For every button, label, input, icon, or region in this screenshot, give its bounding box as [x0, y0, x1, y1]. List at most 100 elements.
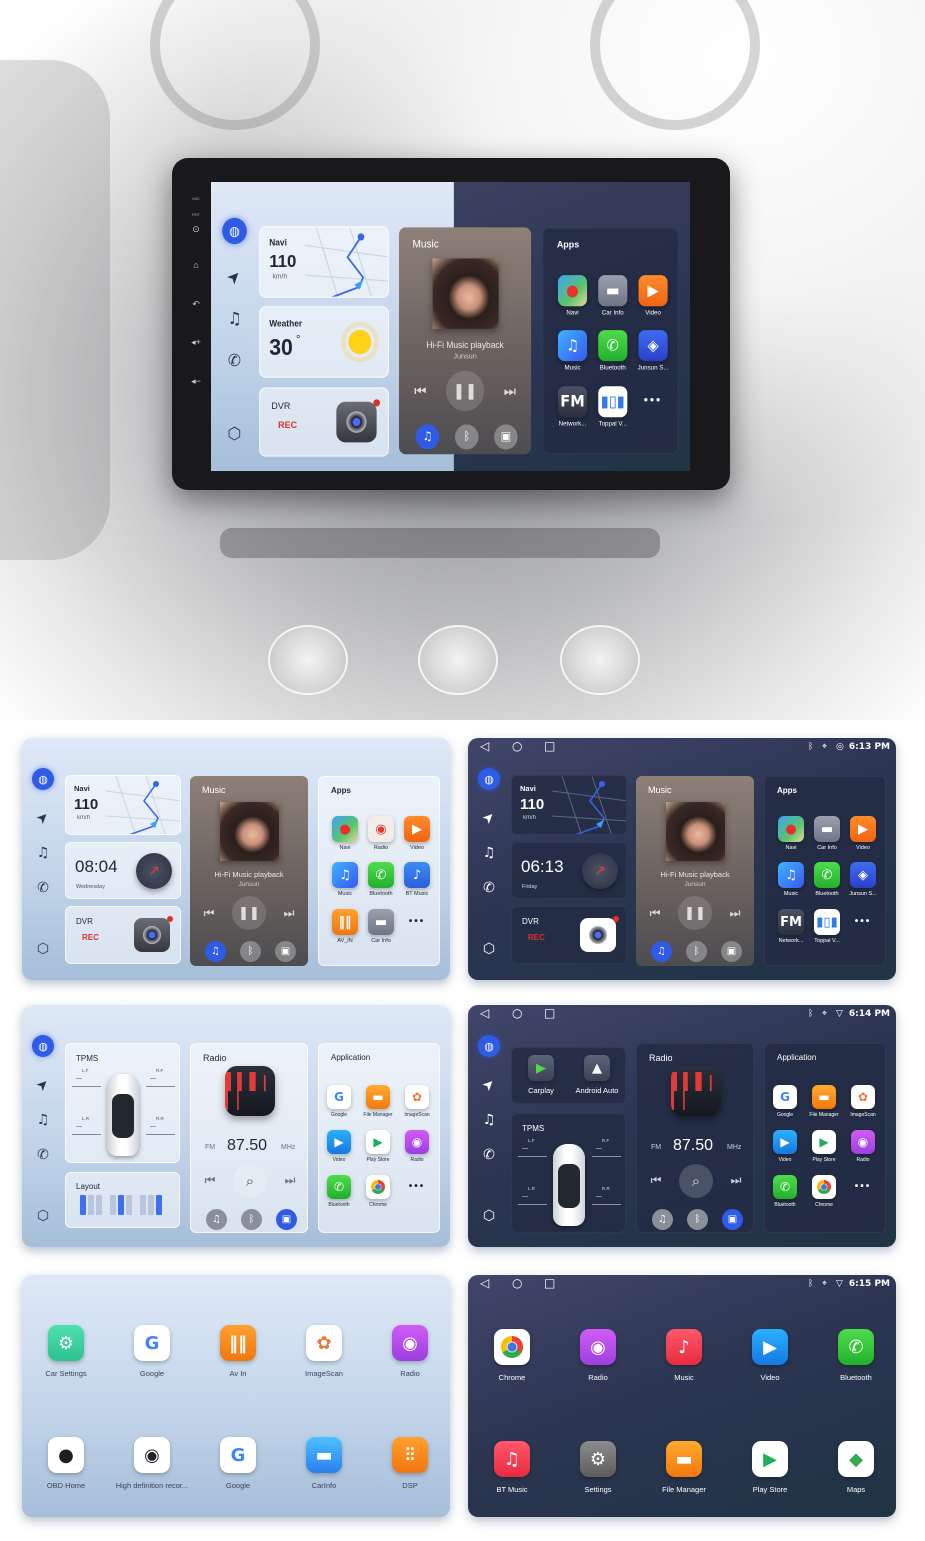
music-widget[interactable]: Music Hi-Fi Music playback Junsun ⏮ ❚❚ ⏭ ♫ ᛒ ▣ [190, 776, 308, 966]
more-apps-icon[interactable]: ••• [851, 1181, 875, 1192]
carsettings-icon[interactable]: ⚙ [48, 1325, 84, 1361]
navigation-icon[interactable]: ➤ [29, 1071, 57, 1099]
radio-purple-icon[interactable]: ◉ [405, 1130, 429, 1154]
album-art[interactable] [666, 802, 725, 861]
previous-track-icon[interactable]: ⏮ [646, 904, 664, 922]
phone-icon[interactable]: ✆ [477, 1147, 501, 1163]
radio-source-icon[interactable]: ▣ [275, 941, 296, 962]
fm-icon[interactable]: FM [778, 909, 804, 935]
back-nav-icon[interactable]: ◁ [480, 739, 489, 753]
navi-widget[interactable]: Navi 110 km/h [65, 775, 181, 835]
files-icon[interactable]: ▬ [366, 1085, 390, 1109]
imagescan-icon[interactable]: ✿ [306, 1325, 342, 1361]
seek-forward-icon[interactable]: ⏭ [281, 1171, 299, 1189]
music-source-icon[interactable]: ♫ [206, 1209, 227, 1230]
clock-widget[interactable]: 06:13 Friday ↗ [511, 842, 627, 899]
radio-purple-icon[interactable]: ◉ [392, 1325, 428, 1361]
junsun-icon[interactable]: ◈ [638, 330, 668, 362]
navigation-icon[interactable]: ➤ [475, 1071, 503, 1099]
phone-icon[interactable]: ✆ [31, 880, 55, 896]
tpms-widget[interactable]: TPMS L.F --- R.F --- L.R --- R.R --- [511, 1113, 626, 1233]
toppal-icon[interactable]: ▮▯▮ [598, 386, 628, 418]
voice-assistant-icon[interactable]: ◍ [478, 768, 500, 790]
video-orange-icon[interactable]: ▶ [404, 816, 430, 842]
music-red-icon[interactable]: ♪ [666, 1329, 702, 1365]
radio-red-icon[interactable]: ◉ [368, 816, 394, 842]
recents-nav-icon[interactable]: □ [544, 1006, 555, 1020]
dvr-widget[interactable]: DVR REC [511, 906, 627, 964]
androidauto-icon[interactable]: ▲ [584, 1055, 610, 1081]
home-nav-icon[interactable]: ○ [512, 739, 522, 753]
navigation-icon[interactable]: ➤ [219, 261, 251, 295]
carinfo-icon[interactable]: ▬ [598, 275, 628, 307]
radio-search-button[interactable]: ⌕ [679, 1164, 713, 1198]
hdrec-icon[interactable]: ◉ [134, 1437, 170, 1473]
back-nav-icon[interactable]: ◁ [480, 1006, 489, 1020]
home-nav-icon[interactable]: ○ [512, 1006, 522, 1020]
next-track-icon[interactable]: ⏭ [280, 904, 298, 922]
junsun-icon[interactable]: ◈ [850, 862, 876, 888]
voice-assistant-icon[interactable]: ◍ [32, 1035, 54, 1057]
navi-widget[interactable]: Navi 110 km/h [259, 226, 389, 298]
layout-widget[interactable]: Layout [65, 1172, 180, 1228]
volume-up-button-icon[interactable]: ◂+ [186, 337, 206, 348]
weather-widget[interactable]: Weather 30 ° [259, 306, 389, 378]
playstore-icon[interactable]: ▶ [752, 1441, 788, 1477]
video-blue-icon[interactable]: ▶ [773, 1130, 797, 1154]
chrome-icon[interactable] [812, 1175, 836, 1199]
radio-purple-icon[interactable]: ◉ [580, 1329, 616, 1365]
bluetooth-source-icon[interactable]: ᛒ [686, 941, 707, 962]
voice-assistant-icon[interactable]: ◍ [222, 217, 247, 245]
video-blue-icon[interactable]: ▶ [327, 1130, 351, 1154]
radio-source-icon[interactable]: ▣ [494, 424, 518, 450]
video-orange-icon[interactable]: ▶ [850, 816, 876, 842]
bluetooth-source-icon[interactable]: ᛒ [454, 424, 479, 450]
settings-icon[interactable]: ⚙ [580, 1441, 616, 1477]
apps-widget[interactable]: Apps ● Navi ▬ Car Info ▶ Video ♫ Music ✆ Bluetooth… [542, 227, 679, 455]
back-nav-icon[interactable]: ◁ [480, 1276, 489, 1290]
video-blue-icon[interactable]: ▶ [752, 1329, 788, 1365]
more-apps-icon[interactable]: ••• [405, 916, 429, 927]
application-widget[interactable]: Application G Google ▬ File Manager ✿ ImageSca… [318, 1043, 440, 1233]
album-art[interactable] [432, 258, 499, 329]
radio-source-icon[interactable]: ▣ [721, 941, 742, 962]
radio-widget[interactable]: Radio ▌▍▌|▎▏ FM 87.50 MHz ⏮ ⌕ ⏭ ♫ ᛒ ▣ [636, 1043, 754, 1233]
phone-icon[interactable]: ✆ [221, 352, 248, 371]
radio-purple-icon[interactable]: ◉ [851, 1130, 875, 1154]
dsp-icon[interactable]: ⫶⫶ [392, 1437, 428, 1473]
next-track-icon[interactable]: ⏭ [500, 380, 520, 401]
layout-cube-icon[interactable]: ⬡ [477, 941, 501, 957]
carinfo-icon[interactable]: ▬ [368, 909, 394, 935]
navigation-icon[interactable]: ➤ [29, 804, 57, 832]
btmusic-red-icon[interactable]: ♫ [494, 1441, 530, 1477]
album-art[interactable] [220, 802, 279, 861]
application-widget[interactable]: Application G Google ▬ File Manager ✿ ImageSca… [764, 1043, 886, 1233]
play-pause-button[interactable]: ❚❚ [678, 896, 712, 930]
imagescan-icon[interactable]: ✿ [405, 1085, 429, 1109]
video-orange-icon[interactable]: ▶ [638, 275, 668, 307]
phone-green-icon[interactable]: ✆ [368, 862, 394, 888]
music-blue-icon[interactable]: ♫ [332, 862, 358, 888]
phone-green-icon[interactable]: ✆ [773, 1175, 797, 1199]
google-icon[interactable]: G [773, 1085, 797, 1109]
voice-assistant-icon[interactable]: ◍ [32, 768, 54, 790]
btmusic-blue-icon[interactable]: ♪ [404, 862, 430, 888]
layout-option-icon[interactable] [80, 1195, 102, 1215]
layout-cube-icon[interactable]: ⬡ [31, 941, 55, 957]
radio-source-icon[interactable]: ▣ [722, 1209, 743, 1230]
radio-source-icon[interactable]: ▣ [276, 1209, 297, 1230]
layout-option-icon[interactable] [110, 1195, 132, 1215]
playstore-icon[interactable]: ▶ [366, 1130, 390, 1154]
layout-cube-icon[interactable]: ⬡ [221, 424, 248, 443]
more-apps-icon[interactable]: ••• [405, 1181, 429, 1192]
more-apps-icon[interactable]: ••• [640, 395, 667, 408]
tpms-widget[interactable]: TPMS L.F --- R.F --- L.R --- R.R --- [65, 1043, 180, 1163]
phone-green-icon[interactable]: ✆ [598, 330, 628, 362]
apps-widget[interactable]: Apps ● Navi ◉ Radio ▶ Video ♫ Music ✆ Bluetooth ♪ BT… [318, 776, 440, 966]
projection-widget[interactable]: ▶ Carplay ▲ Android Auto [511, 1047, 626, 1104]
phone-icon[interactable]: ✆ [31, 1147, 55, 1163]
navi-widget[interactable]: Navi 110 km/h [511, 775, 627, 835]
seek-forward-icon[interactable]: ⏭ [727, 1171, 745, 1189]
radio-search-button[interactable]: ⌕ [233, 1164, 267, 1198]
layout-cube-icon[interactable]: ⬡ [31, 1208, 55, 1224]
